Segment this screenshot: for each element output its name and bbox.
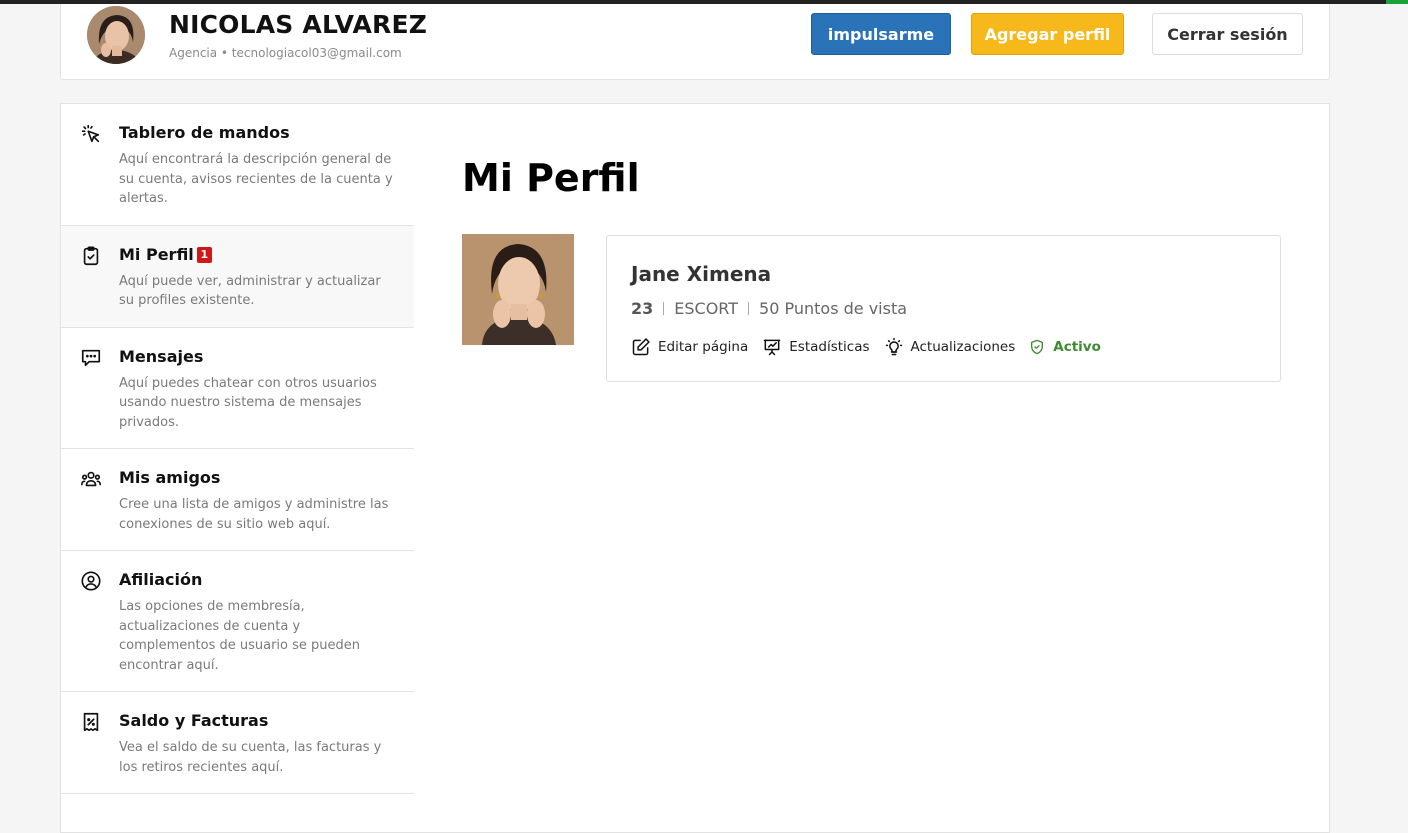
profile-actions: Editar página Estadísticas Actualizacion… xyxy=(631,337,1101,357)
profile-card: Jane Ximena 23 ESCORT 50 Puntos de vista… xyxy=(606,235,1281,382)
notification-badge: 1 xyxy=(196,246,212,263)
meta-divider xyxy=(748,302,750,315)
page-title: Mi Perfil xyxy=(462,156,640,200)
meta-divider xyxy=(663,302,665,315)
users-icon xyxy=(80,468,102,490)
status-label: Activo xyxy=(1053,339,1101,355)
profile-category: ESCORT xyxy=(674,299,739,318)
cursor-click-icon xyxy=(80,123,102,145)
sidebar-item-balance[interactable]: Saldo y Facturas Vea el saldo de su cuen… xyxy=(61,692,414,794)
lightbulb-icon xyxy=(885,337,902,356)
logout-button[interactable]: Cerrar sesión xyxy=(1152,13,1303,55)
sidebar-item-title: Afiliación xyxy=(119,570,203,589)
top-border-accent xyxy=(1386,0,1408,4)
statistics-link[interactable]: Estadísticas xyxy=(762,337,870,357)
user-account-info: Agencia • tecnologiacol03@gmail.com xyxy=(169,46,402,60)
sidebar-item-title-row: Mi Perfil 1 xyxy=(119,244,212,266)
user-name: NICOLAS ALVAREZ xyxy=(169,10,428,39)
boost-button[interactable]: impulsarme xyxy=(811,13,951,55)
profile-views: 50 Puntos de vista xyxy=(759,299,908,318)
main-content: Mi Perfil Jane Ximena 23 ESCORT 50 Punto… xyxy=(414,103,1330,833)
statistics-label: Estadísticas xyxy=(789,339,870,355)
chat-icon xyxy=(80,347,102,369)
profile-age: 23 xyxy=(631,299,654,318)
edit-page-link[interactable]: Editar página xyxy=(631,337,748,357)
sidebar-item-desc: Cree una lista de amigos y administre la… xyxy=(119,497,389,532)
presentation-chart-icon xyxy=(764,339,781,356)
add-profile-button[interactable]: Agregar perfil xyxy=(971,13,1124,55)
account-header: NICOLAS ALVAREZ Agencia • tecnologiacol0… xyxy=(60,4,1330,80)
sidebar-item-dashboard[interactable]: Tablero de mandos Aquí encontrará la des… xyxy=(61,104,414,226)
status-badge: Activo xyxy=(1029,339,1101,355)
profile-meta: 23 ESCORT 50 Puntos de vista xyxy=(631,299,907,318)
shield-check-icon xyxy=(1031,339,1044,355)
updates-label: Actualizaciones xyxy=(910,339,1016,355)
avatar[interactable] xyxy=(87,6,145,64)
profile-name[interactable]: Jane Ximena xyxy=(631,262,771,286)
sidebar-item-desc: Aquí encontrará la descripción general d… xyxy=(119,152,393,206)
profile-photo[interactable] xyxy=(462,234,574,345)
edit-icon xyxy=(632,338,650,356)
clipboard-check-icon xyxy=(80,245,102,267)
sidebar-item-title: Saldo y Facturas xyxy=(119,711,269,730)
sidebar-item-desc: Vea el saldo de su cuenta, las facturas … xyxy=(119,740,382,775)
sidebar-item-desc: Aquí puede ver, administrar y actualizar… xyxy=(119,273,381,309)
sidebar-item-title: Mensajes xyxy=(119,346,204,366)
edit-page-label: Editar página xyxy=(658,339,749,355)
sidebar: Tablero de mandos Aquí encontrará la des… xyxy=(60,103,415,833)
sidebar-item-title: Tablero de mandos xyxy=(119,123,290,142)
sidebar-item-messages[interactable]: Mensajes Aquí puedes chatear con otros u… xyxy=(61,328,414,449)
receipt-icon xyxy=(80,711,102,733)
sidebar-item-my-profile[interactable]: Mi Perfil 1 Aquí puede ver, administrar … xyxy=(61,225,414,328)
user-circle-icon xyxy=(80,570,102,592)
sidebar-item-title: Mi Perfil xyxy=(119,244,194,264)
sidebar-item-membership[interactable]: Afiliación Las opciones de membresía, ac… xyxy=(61,551,414,692)
sidebar-item-desc: Las opciones de membresía, actualizacion… xyxy=(119,599,361,673)
sidebar-item-friends[interactable]: Mis amigos Cree una lista de amigos y ad… xyxy=(61,449,414,551)
updates-link[interactable]: Actualizaciones xyxy=(884,337,1016,357)
sidebar-item-title: Mis amigos xyxy=(119,468,221,487)
sidebar-item-desc: Aquí puedes chatear con otros usuarios u… xyxy=(119,375,377,430)
